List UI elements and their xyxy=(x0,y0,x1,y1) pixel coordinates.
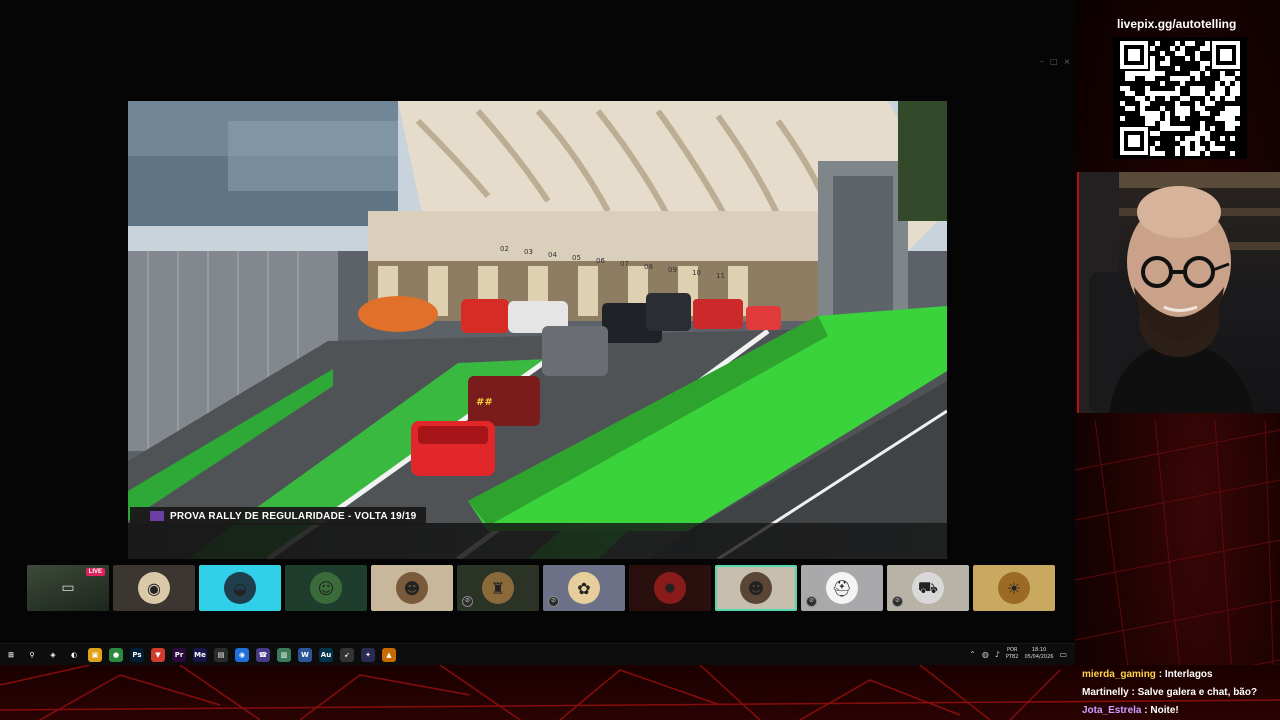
chat-username[interactable]: Jota_Estrela xyxy=(1082,705,1141,716)
taskbar-app-icon[interactable]: ⊞ xyxy=(4,648,18,662)
taskbar-app-icon[interactable]: ▤ xyxy=(214,648,228,662)
pit-box-number: 05 xyxy=(572,254,581,262)
stream-chat: mierda_gaming : Interlagos Martinelly : S… xyxy=(1082,666,1280,720)
taskbar-app-icon[interactable]: Ps xyxy=(130,648,144,662)
muted-mic-icon: ⊘ xyxy=(548,596,559,607)
language-top: POR xyxy=(1007,647,1018,653)
avatar: ♜ xyxy=(482,572,514,604)
language-bottom: PTB2 xyxy=(1005,654,1019,660)
participant-tile[interactable]: ✿ ⊘ xyxy=(543,565,625,611)
taskbar-app-icon[interactable]: ☎ xyxy=(256,648,270,662)
avatar: ✿ xyxy=(568,572,600,604)
close-icon[interactable]: × xyxy=(1064,58,1071,66)
taskbar-app-icon[interactable]: ◐ xyxy=(67,648,81,662)
avatar: ◒ xyxy=(224,572,256,604)
chat-text: Interlagos xyxy=(1164,669,1213,680)
chat-message: mierda_gaming : Interlagos xyxy=(1082,666,1280,684)
avatar: ◉ xyxy=(138,572,170,604)
participant-tile[interactable]: ♜ ⊘ xyxy=(457,565,539,611)
notification-icon[interactable]: ▭ xyxy=(1059,650,1067,659)
race-car-plate: ## xyxy=(476,397,493,408)
streamer-webcam xyxy=(1077,172,1280,413)
chat-separator: : xyxy=(1155,669,1165,680)
live-badge: LIVE xyxy=(85,568,105,576)
pit-box-number: 03 xyxy=(524,248,533,256)
race-title-text: PROVA RALLY DE REGULARIDADE - VOLTA 19/1… xyxy=(170,510,417,522)
taskbar-app-icon[interactable]: Pr xyxy=(172,648,186,662)
avatar: ☻ xyxy=(740,572,772,604)
clock-time: 18:10 xyxy=(1031,647,1047,653)
participant-tile[interactable]: ☻ xyxy=(715,565,797,611)
speaker-icon[interactable]: ♪ xyxy=(995,650,1000,659)
taskbar-app-icon[interactable]: ▲ xyxy=(382,648,396,662)
donation-url: livepix.gg/autotelling xyxy=(1117,17,1237,31)
network-icon[interactable]: ◍ xyxy=(982,650,989,659)
chat-username[interactable]: Martinelly xyxy=(1082,687,1129,698)
race-track-scene: 02 03 04 05 06 07 08 09 10 11 ## xyxy=(128,101,947,559)
taskbar-app-icon[interactable]: ▥ xyxy=(277,648,291,662)
taskbar-app-icon[interactable]: ✦ xyxy=(361,648,375,662)
donation-qr-code xyxy=(1113,37,1247,159)
participant-tile[interactable]: ☺ xyxy=(285,565,367,611)
muted-mic-icon: ⊘ xyxy=(462,596,473,607)
taskbar-app-icon[interactable]: ◈ xyxy=(46,648,60,662)
clock-date: 05/04/2026 xyxy=(1024,654,1054,660)
pit-box-number: 06 xyxy=(596,257,605,265)
participant-tile[interactable]: ☻ xyxy=(371,565,453,611)
lower-third-bar xyxy=(128,523,947,559)
pit-box-number: 08 xyxy=(644,263,653,271)
language-indicator[interactable]: POR PTB2 xyxy=(1006,647,1019,661)
avatar: ☻ xyxy=(396,572,428,604)
taskbar-app-icon[interactable]: ● xyxy=(109,648,123,662)
chat-separator: : xyxy=(1128,687,1138,698)
pit-box-number: 04 xyxy=(548,251,557,259)
race-video-player[interactable]: 02 03 04 05 06 07 08 09 10 11 ## PROVA R… xyxy=(128,101,947,559)
clock[interactable]: 18:10 05/04/2026 xyxy=(1025,647,1054,661)
chat-message: Jota_Estrela : Noite! xyxy=(1082,702,1280,720)
taskbar-apps: ⊞ ⚲ ◈ ◐ ▣ ● Ps ▼ Pr Me ▤ ◉ ☎ ▥ W Au ➹ ✦ ▲ xyxy=(4,648,396,662)
participant-tile[interactable]: ☀ xyxy=(973,565,1055,611)
participant-tile[interactable]: ⛑ ⊘ xyxy=(801,565,883,611)
pit-box-number: 09 xyxy=(668,266,677,274)
pit-box-number: 10 xyxy=(692,269,701,277)
participant-tile[interactable]: ◉ xyxy=(113,565,195,611)
taskbar-app-icon[interactable]: ▣ xyxy=(88,648,102,662)
participant-strip: LIVE ▭ ◉ ◒ ☺ ☻ ♜ ⊘ ✿ ⊘ ✹ ☻ ⛑ ⊘ ⛟ ⊘ ☀ xyxy=(27,565,1055,611)
minimize-icon[interactable]: – xyxy=(1040,58,1044,66)
taskbar-app-icon[interactable]: ◉ xyxy=(235,648,249,662)
taskbar-app-icon[interactable]: ▼ xyxy=(151,648,165,662)
chat-message: Martinelly : Salve galera e chat, bão? xyxy=(1082,684,1280,702)
maximize-icon[interactable]: □ xyxy=(1050,58,1058,66)
taskbar-app-icon[interactable]: Me xyxy=(193,648,207,662)
participant-tile[interactable]: ◒ xyxy=(199,565,281,611)
taskbar-app-icon[interactable]: Au xyxy=(319,648,333,662)
screen-share-window: – □ × 02 03 04 05 06 07 08 09 10 11 ## P… xyxy=(0,0,1075,666)
window-controls: – □ × xyxy=(1040,58,1070,66)
chat-text: Salve galera e chat, bão? xyxy=(1137,687,1258,698)
pit-box-number: 07 xyxy=(620,260,629,268)
chat-username[interactable]: mierda_gaming xyxy=(1082,669,1156,680)
taskbar-app-icon[interactable]: W xyxy=(298,648,312,662)
taskbar-app-icon[interactable]: ➹ xyxy=(340,648,354,662)
race-title-overlay: PROVA RALLY DE REGULARIDADE - VOLTA 19/1… xyxy=(130,507,427,525)
avatar: ⛟ xyxy=(912,572,944,604)
screen-share-icon: ▭ xyxy=(61,580,75,596)
avatar: ✹ xyxy=(654,572,686,604)
chevron-up-icon[interactable]: ⌃ xyxy=(969,650,976,659)
muted-mic-icon: ⊘ xyxy=(806,596,817,607)
participant-tile[interactable]: ⛟ ⊘ xyxy=(887,565,969,611)
taskbar-app-icon[interactable]: ⚲ xyxy=(25,648,39,662)
chat-text: Noite! xyxy=(1150,705,1179,716)
pit-box-number: 02 xyxy=(500,245,509,253)
system-tray: ⌃ ◍ ♪ POR PTB2 18:10 05/04/2026 ▭ xyxy=(969,647,1067,661)
live-stream-tile[interactable]: LIVE ▭ xyxy=(27,565,109,611)
avatar: ☀ xyxy=(998,572,1030,604)
participant-tile[interactable]: ✹ xyxy=(629,565,711,611)
pit-box-number: 11 xyxy=(716,272,725,280)
avatar: ⛑ xyxy=(826,572,858,604)
muted-mic-icon: ⊘ xyxy=(892,596,903,607)
avatar: ☺ xyxy=(310,572,342,604)
windows-taskbar: ⊞ ⚲ ◈ ◐ ▣ ● Ps ▼ Pr Me ▤ ◉ ☎ ▥ W Au ➹ ✦ ▲ ⌃ ◍ ♪ POR PTB2 1… xyxy=(0,643,1075,666)
title-color-marker xyxy=(150,511,164,521)
